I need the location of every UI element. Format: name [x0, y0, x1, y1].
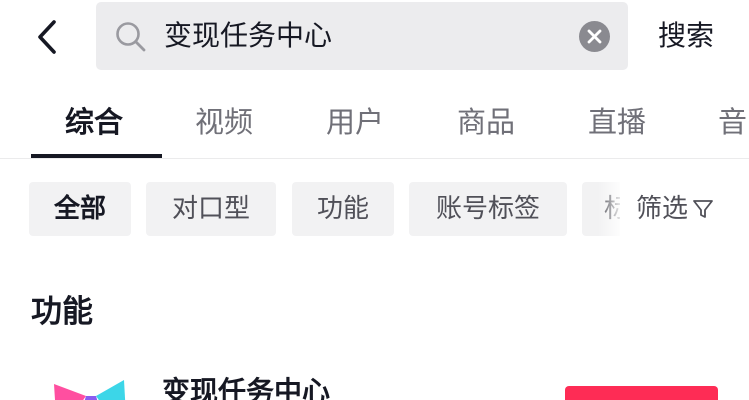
tab-live[interactable]: 直播	[588, 86, 646, 158]
result-action-button[interactable]	[565, 386, 718, 400]
clear-icon[interactable]	[579, 21, 610, 52]
search-results-page: 变现任务中心 搜索 综合 视频 用户 商品 直播 音 全部 对口型 功能 账号标…	[0, 0, 749, 400]
search-input[interactable]: 变现任务中心	[164, 2, 564, 70]
back-button[interactable]	[22, 12, 72, 62]
filter-label: 筛选	[636, 194, 689, 224]
result-tabs: 综合 视频 用户 商品 直播 音	[0, 86, 749, 158]
chip-lip-sync[interactable]: 对口型	[146, 182, 276, 236]
chips-fade	[598, 182, 624, 236]
funnel-icon	[693, 200, 713, 218]
chip-account-tags[interactable]: 账号标签	[409, 182, 567, 236]
tab-users[interactable]: 用户	[326, 86, 384, 158]
app-logo-icon[interactable]	[52, 376, 132, 400]
filter-button[interactable]: 筛选	[622, 182, 732, 236]
chevron-left-icon	[38, 20, 56, 54]
chip-all[interactable]: 全部	[29, 182, 131, 236]
chip-features[interactable]: 功能	[292, 182, 394, 236]
tab-comprehensive[interactable]: 综合	[65, 86, 123, 158]
tab-products[interactable]: 商品	[457, 86, 515, 158]
search-button[interactable]: 搜索	[658, 2, 714, 70]
result-title[interactable]: 变现任务中心	[162, 370, 330, 400]
section-title: 功能	[31, 294, 93, 330]
filter-chips: 全部 对口型 功能 账号标签 标	[0, 182, 620, 236]
search-box[interactable]: 变现任务中心	[96, 2, 628, 70]
tab-videos[interactable]: 视频	[195, 86, 253, 158]
search-icon	[116, 22, 146, 52]
tabs-divider	[0, 158, 749, 159]
tab-music[interactable]: 音	[718, 86, 747, 158]
